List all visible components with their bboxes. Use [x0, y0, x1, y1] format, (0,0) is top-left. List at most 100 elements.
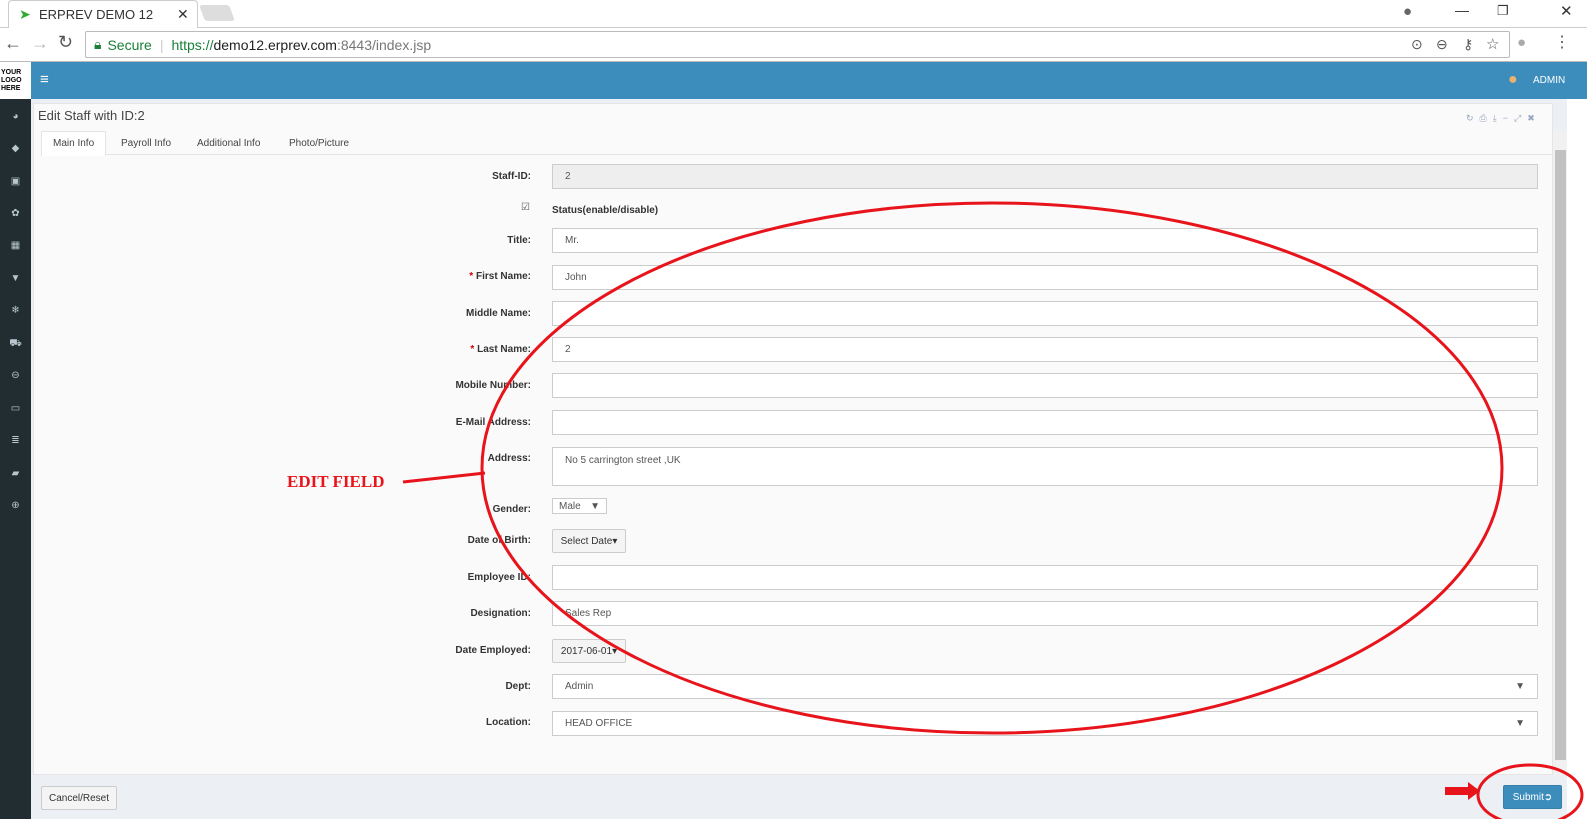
- cubes-icon[interactable]: ✿: [0, 208, 31, 219]
- extension-icon[interactable]: ●: [1517, 34, 1526, 51]
- refresh-icon[interactable]: ↻: [1466, 113, 1480, 123]
- location-label: Location:: [486, 717, 531, 728]
- last-name-field[interactable]: 2: [552, 337, 1538, 362]
- url-scheme: https://: [171, 36, 214, 53]
- dept-select[interactable]: Admin ▼: [552, 674, 1538, 699]
- browser-tab[interactable]: ➤ ERPREV DEMO 12 ✕: [8, 0, 198, 28]
- dept-value: Admin: [565, 681, 594, 692]
- download-icon[interactable]: ⤓: [1493, 113, 1503, 123]
- address-bar[interactable]: 🔒︎ Secure | https:// demo12.erprev.com :…: [85, 31, 1510, 58]
- dropdown-arrow-icon: ▼: [1515, 718, 1525, 729]
- minimize-icon[interactable]: —: [1455, 2, 1469, 18]
- middle-name-field[interactable]: [552, 301, 1538, 326]
- logo-text: YOUR LOGO HERE: [1, 69, 22, 92]
- print-icon[interactable]: ⎙: [1480, 113, 1493, 123]
- address-textarea[interactable]: No 5 carrington street ,UK: [552, 447, 1538, 486]
- desktop-icon[interactable]: ▭: [0, 403, 31, 414]
- box-tools: ↻⎙⤓−⤢✖: [1466, 113, 1541, 124]
- star-icon[interactable]: ☆: [1486, 35, 1499, 53]
- snowflake-icon[interactable]: ❄: [0, 305, 31, 316]
- employee-id-label: Employee ID:: [467, 572, 531, 583]
- user-name[interactable]: ADMIN: [1533, 75, 1565, 86]
- arrow-circle-right-icon: ➲: [1543, 791, 1553, 803]
- logo[interactable]: YOUR LOGO HERE: [0, 62, 31, 99]
- designation-field[interactable]: Sales Rep: [552, 601, 1538, 626]
- trash-icon[interactable]: ▼: [0, 273, 31, 284]
- tab-main-info[interactable]: Main Info: [53, 131, 94, 155]
- close-window-icon[interactable]: ✕: [1560, 2, 1573, 20]
- zoom-icon[interactable]: ⊖: [1436, 36, 1448, 53]
- tag-icon[interactable]: ◆: [0, 143, 31, 154]
- address-label: Address:: [487, 453, 531, 464]
- gender-select[interactable]: Male ▼: [552, 498, 607, 514]
- back-icon[interactable]: ←: [4, 33, 22, 54]
- restore-icon[interactable]: ❐: [1497, 3, 1509, 19]
- date-employed-button[interactable]: 2017-06-01 ▾: [552, 639, 626, 663]
- mobile-label: Mobile Number:: [455, 380, 531, 391]
- first-name-field[interactable]: John: [552, 265, 1538, 290]
- close-tab-icon[interactable]: ✕: [177, 6, 189, 23]
- dashboard-icon[interactable]: ◕: [0, 111, 31, 122]
- building-icon[interactable]: ▦: [0, 240, 31, 251]
- status-checkbox[interactable]: ☑: [521, 202, 530, 213]
- browser-tabstrip: ➤ ERPREV DEMO 12 ✕ ● — ❐ ✕: [0, 0, 1587, 28]
- email-field[interactable]: [552, 410, 1538, 435]
- mobile-field[interactable]: [552, 373, 1538, 398]
- lock-icon: 🔒︎: [94, 36, 102, 52]
- dropdown-arrow-icon: ▼: [1515, 681, 1525, 692]
- email-label: E-Mail Address:: [455, 417, 531, 428]
- location-icon[interactable]: ⊙: [1411, 36, 1423, 53]
- key-icon[interactable]: ⚷: [1463, 36, 1473, 53]
- middle-name-label: Middle Name:: [465, 308, 531, 319]
- hamburger-icon[interactable]: ≡: [40, 71, 49, 88]
- submit-label: Submit: [1512, 791, 1544, 803]
- dob-button[interactable]: Select Date ▾: [552, 529, 626, 553]
- gender-label: Gender:: [492, 504, 531, 515]
- database-icon[interactable]: ≣: [0, 435, 31, 446]
- forward-icon[interactable]: →: [31, 33, 49, 54]
- staff-id-label: Staff-ID:: [492, 171, 531, 182]
- reload-icon[interactable]: ↻: [58, 32, 73, 53]
- first-name-label: First Name:: [475, 271, 531, 282]
- caret-down-icon: ▾: [612, 645, 618, 657]
- dob-label: Date of Birth:: [467, 535, 531, 546]
- title-field[interactable]: Mr.: [552, 228, 1538, 253]
- cart-icon[interactable]: ⛟: [0, 338, 31, 351]
- tab-payroll-info[interactable]: Payroll Info: [121, 131, 171, 155]
- circle-icon[interactable]: ⊖: [0, 370, 31, 381]
- menu-dots-icon[interactable]: ⋮: [1554, 32, 1570, 52]
- new-tab-button[interactable]: [199, 5, 235, 21]
- sidebar: ◕ ◆ ▣ ✿ ▦ ▼ ❄ ⛟ ⊖ ▭ ≣ ▰ ⊕: [0, 99, 31, 819]
- tab-photo-picture[interactable]: Photo/Picture: [289, 131, 349, 155]
- staff-id-field: 2: [552, 164, 1538, 189]
- required-marker: *: [469, 271, 474, 282]
- tab-additional-info[interactable]: Additional Info: [197, 131, 260, 155]
- book-icon[interactable]: ▰: [0, 468, 31, 479]
- money-icon[interactable]: ▣: [0, 176, 31, 187]
- close-box-icon[interactable]: ✖: [1527, 113, 1541, 123]
- secure-label: Secure: [107, 36, 152, 53]
- page-title: Edit Staff with ID:2: [38, 108, 145, 123]
- date-employed-value: 2017-06-01: [560, 645, 613, 657]
- lifering-icon[interactable]: ⊕: [0, 500, 31, 511]
- expand-icon[interactable]: ⤢: [1514, 113, 1527, 123]
- dob-value: Select Date: [560, 535, 613, 547]
- url-path: :8443/index.jsp: [336, 36, 432, 53]
- tab-bar: [41, 131, 1553, 155]
- date-employed-label: Date Employed:: [455, 645, 531, 656]
- location-select[interactable]: HEAD OFFICE ▼: [552, 711, 1538, 736]
- employee-id-field[interactable]: [552, 565, 1538, 590]
- cancel-reset-button[interactable]: Cancel/Reset: [41, 786, 117, 810]
- minimize-box-icon[interactable]: −: [1503, 113, 1514, 123]
- tab-title: ERPREV DEMO 12: [39, 7, 154, 22]
- dept-label: Dept:: [505, 681, 531, 692]
- gender-value: Male: [559, 500, 581, 512]
- scrollbar-thumb[interactable]: [1555, 150, 1566, 760]
- submit-button[interactable]: Submit ➲: [1503, 785, 1562, 809]
- avatar[interactable]: ●: [1508, 71, 1518, 89]
- profile-icon[interactable]: ●: [1403, 3, 1412, 20]
- caret-down-icon: ▾: [612, 535, 618, 547]
- app-header: ≡ ● ADMIN: [0, 62, 1587, 99]
- favicon-bird-icon: ➤: [19, 6, 31, 22]
- dropdown-arrow-icon: ▼: [590, 500, 600, 512]
